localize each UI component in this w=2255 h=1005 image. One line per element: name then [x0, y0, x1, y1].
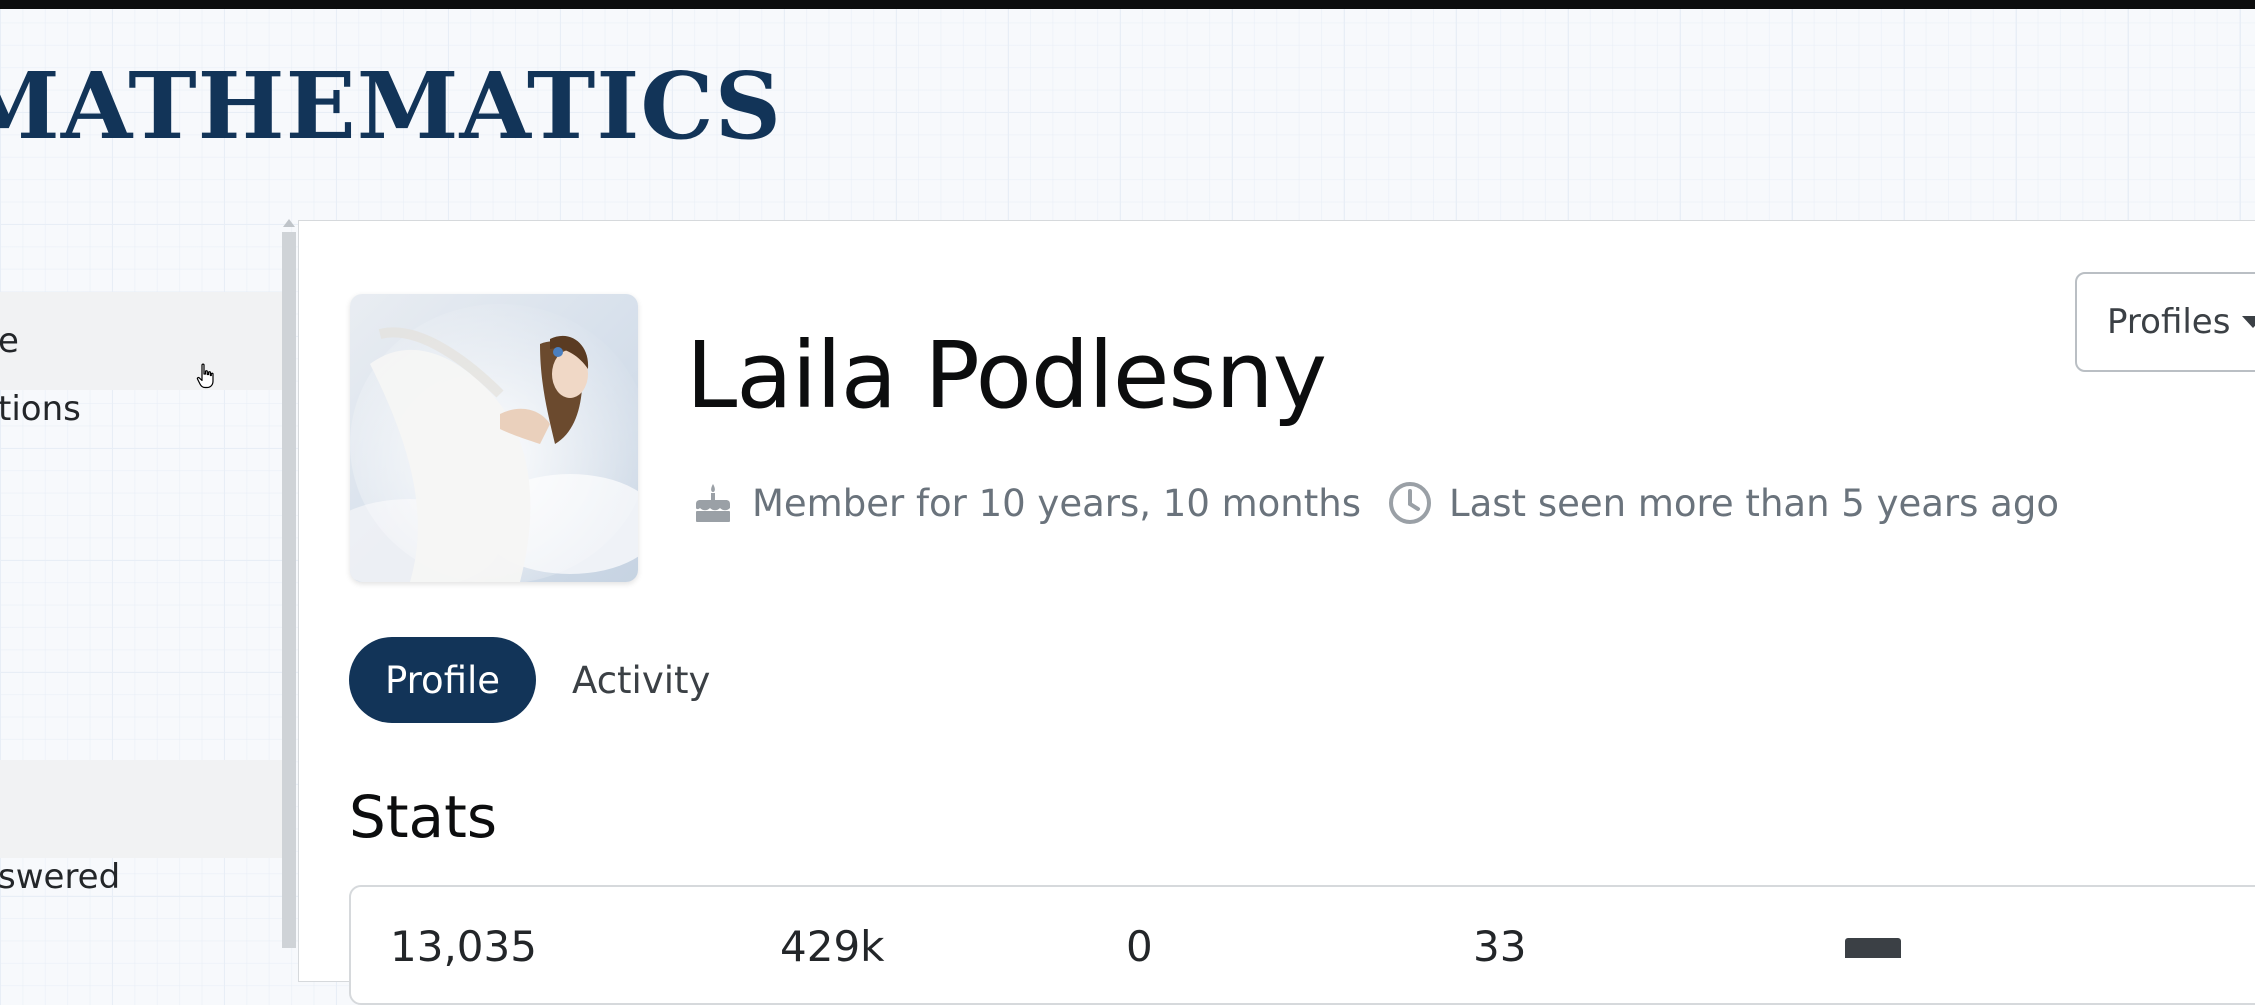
last-seen-text: Last seen more than 5 years ago [1448, 481, 2059, 525]
sidebar-item-label: e [0, 321, 19, 361]
sidebar-item-label: tions [0, 389, 81, 429]
profile-tabs: Profile Activity [349, 637, 746, 723]
user-meta: Member for 10 years, 10 months Last seen… [690, 478, 2085, 528]
avatar[interactable] [350, 294, 638, 582]
tab-activity[interactable]: Activity [536, 637, 746, 723]
clock-icon [1388, 482, 1431, 524]
rank-icon [1845, 938, 1901, 958]
member-for-text: Member for 10 years, 10 months [752, 481, 1361, 525]
stats-card [349, 885, 2255, 1005]
sidebar-scrollbar[interactable] [282, 232, 296, 948]
stats-heading: Stats [349, 783, 498, 851]
stat-reached: 429k [780, 922, 885, 971]
caret-down-icon [2242, 316, 2255, 328]
user-name: Laila Podlesny [686, 322, 1327, 429]
profiles-button-label: Profiles [2107, 302, 2231, 342]
sidebar-item-unanswered[interactable]: swered [0, 828, 282, 926]
left-sidebar: e tions swered [0, 210, 282, 948]
site-title[interactable]: MATHEMATICS [0, 60, 782, 152]
cake-icon [696, 484, 730, 522]
sidebar-item-questions[interactable]: tions [0, 360, 282, 458]
sidebar-item[interactable] [0, 456, 282, 554]
profiles-dropdown-button[interactable]: Profiles [2075, 272, 2255, 372]
stat-questions: 33 [1473, 922, 1527, 971]
sidebar-item-label: swered [0, 857, 121, 897]
top-bar [0, 0, 2255, 9]
hand-cursor-icon [196, 363, 214, 389]
sidebar-item[interactable] [0, 550, 282, 648]
scrollbar-up-arrow[interactable] [283, 219, 295, 227]
stat-answers: 0 [1126, 922, 1153, 971]
avatar-image [350, 294, 638, 582]
stat-reputation: 13,035 [390, 922, 537, 971]
tab-profile[interactable]: Profile [349, 637, 537, 723]
